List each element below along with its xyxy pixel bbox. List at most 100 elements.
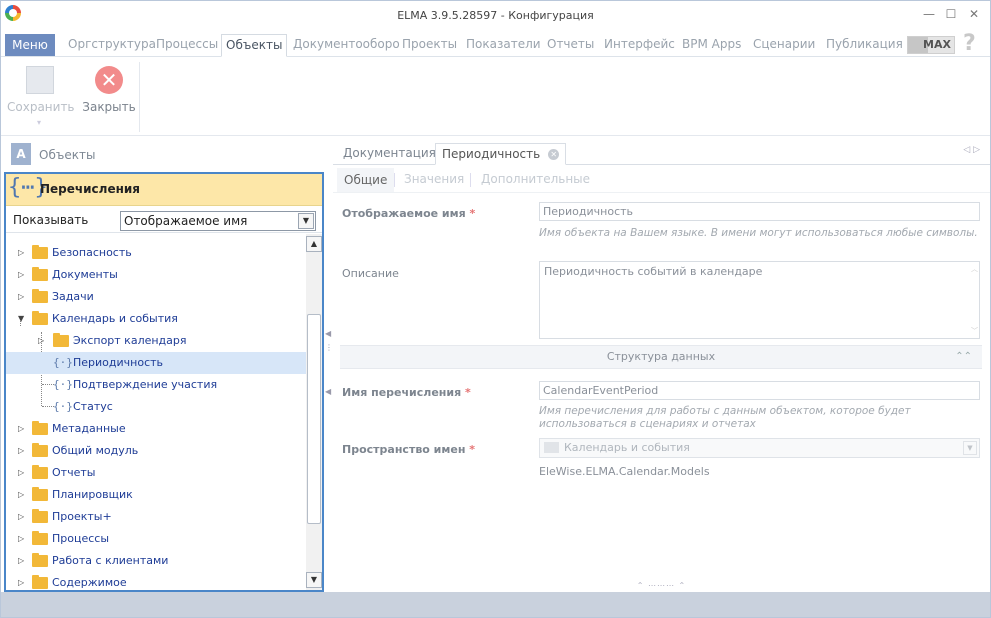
tab-bpm-apps[interactable]: BPM Apps bbox=[678, 34, 745, 57]
save-dropdown-icon[interactable]: ▾ bbox=[37, 118, 41, 127]
expand-icon[interactable]: ▷ bbox=[18, 528, 28, 550]
tab-scroll-arrows[interactable]: ◁ ▷ bbox=[963, 145, 980, 155]
scroll-down-icon[interactable]: ﹀ bbox=[971, 326, 978, 336]
tree-item[interactable]: ▷ Общий модуль bbox=[6, 440, 306, 462]
panel-title: Перечисления bbox=[40, 182, 141, 196]
collapse-section-icon[interactable]: ⌃⌃ bbox=[955, 346, 972, 368]
panel-header: {⋯} Перечисления bbox=[6, 174, 322, 206]
folder-icon bbox=[32, 311, 48, 325]
tree-item[interactable]: ▷ Планировщик bbox=[6, 484, 306, 506]
help-icon[interactable]: ? bbox=[963, 31, 976, 56]
save-button[interactable]: Сохранить bbox=[7, 66, 75, 114]
scroll-up-icon[interactable]: ︿ bbox=[971, 264, 978, 274]
tree-item-label: Календарь и события bbox=[52, 312, 178, 325]
expand-icon[interactable]: ▷ bbox=[18, 462, 28, 484]
folder-icon bbox=[32, 289, 48, 303]
section-title: Структура данных bbox=[606, 350, 716, 363]
scroll-down-icon[interactable]: ▼ bbox=[306, 572, 322, 588]
tree-item-label: Подтверждение участия bbox=[73, 378, 218, 391]
enum-name-input[interactable]: CalendarEventPeriod bbox=[539, 381, 980, 400]
tree-item-label: Безопасность bbox=[52, 246, 132, 259]
description-label: Описание bbox=[342, 267, 399, 280]
tree-item[interactable]: ▷ Документы bbox=[6, 264, 306, 286]
minimize-button[interactable]: — bbox=[919, 5, 939, 23]
tree-item[interactable]: ▷ Экспорт календаря bbox=[6, 330, 306, 352]
folder-icon bbox=[53, 333, 69, 347]
close-tab-icon[interactable]: ✕ bbox=[548, 149, 560, 160]
expand-icon[interactable]: ▷ bbox=[18, 440, 28, 462]
tree-item[interactable]: ▷ Работа с клиентами bbox=[6, 550, 306, 572]
tab-periodicity[interactable]: Периодичность ✕ bbox=[435, 143, 567, 165]
expand-icon[interactable]: ▷ bbox=[38, 330, 48, 352]
display-name-input[interactable]: Периодичность bbox=[539, 202, 980, 221]
tree-item-selected[interactable]: {·} Периодичность bbox=[6, 352, 306, 374]
expand-icon[interactable]: ▷ bbox=[18, 572, 28, 590]
collapse-left-icon[interactable]: ◀ bbox=[325, 329, 331, 338]
scroll-up-icon[interactable]: ▲ bbox=[306, 236, 322, 252]
tree-item[interactable]: ▷ Задачи bbox=[6, 286, 306, 308]
tab-publication[interactable]: Публикация bbox=[822, 34, 907, 57]
tab-documentation[interactable]: Документация bbox=[337, 143, 442, 165]
tab-orgstructure[interactable]: Оргструктура bbox=[64, 34, 160, 57]
data-structure-section[interactable]: Структура данных ⌃⌃ bbox=[340, 345, 982, 369]
folder-icon bbox=[32, 267, 48, 281]
maximize-button[interactable]: ☐ bbox=[941, 5, 961, 23]
subtab-general[interactable]: Общие bbox=[337, 168, 395, 192]
properties-form: Отображаемое имя * Периодичность Имя объ… bbox=[333, 194, 990, 582]
bottom-panel-grip[interactable]: ⌃ ⋯⋯⋯ ⌃ bbox=[333, 581, 990, 591]
tree-scrollbar[interactable]: ▲ ▼ bbox=[306, 234, 322, 590]
expand-icon[interactable]: ▷ bbox=[18, 550, 28, 572]
tree-item[interactable]: ▷ Метаданные bbox=[6, 418, 306, 440]
status-bar bbox=[1, 592, 990, 617]
close-window-button[interactable]: ✕ bbox=[964, 5, 984, 23]
tree-item[interactable]: ▷ Безопасность bbox=[6, 242, 306, 264]
tree-item-label: Экспорт календаря bbox=[73, 334, 187, 347]
expand-icon[interactable]: ▷ bbox=[18, 242, 28, 264]
subtab-additional[interactable]: Дополнительные bbox=[481, 172, 590, 186]
display-mode-select[interactable]: Отображаемое имя ▼ bbox=[120, 211, 316, 231]
enumeration-icon: {·} bbox=[53, 378, 73, 391]
panel-splitter[interactable]: ◀ ⋮ ◀ bbox=[324, 141, 333, 591]
max-mode-toggle[interactable]: MAX bbox=[907, 36, 955, 54]
chevron-down-icon[interactable]: ▼ bbox=[963, 441, 977, 455]
tree-item[interactable]: {·} Статус bbox=[6, 396, 306, 418]
tab-projects[interactable]: Проекты bbox=[398, 34, 461, 57]
tab-documents[interactable]: Документооборо bbox=[289, 34, 404, 57]
enumeration-icon: {·} bbox=[53, 400, 73, 413]
tree-item-calendar[interactable]: ▼ Календарь и события bbox=[6, 308, 306, 330]
namespace-value: Календарь и события bbox=[564, 441, 690, 454]
folder-icon bbox=[32, 421, 48, 435]
subtab-values[interactable]: Значения bbox=[404, 172, 464, 186]
tab-interface[interactable]: Интерфейс bbox=[600, 34, 679, 57]
tree-item[interactable]: {·} Подтверждение участия bbox=[6, 374, 306, 396]
expand-icon[interactable]: ▷ bbox=[18, 286, 28, 308]
expand-icon[interactable]: ▷ bbox=[18, 264, 28, 286]
tab-reports[interactable]: Отчеты bbox=[543, 34, 598, 57]
tree-item[interactable]: ▷ Содержимое bbox=[6, 572, 306, 590]
collapse-icon[interactable]: ▼ bbox=[18, 308, 28, 330]
folder-icon bbox=[32, 553, 48, 567]
save-disk-icon bbox=[26, 66, 54, 94]
tab-objects[interactable]: Объекты bbox=[221, 34, 288, 57]
tree-item[interactable]: ▷ Проекты+ bbox=[6, 506, 306, 528]
close-button[interactable]: ✕ Закрыть bbox=[81, 66, 137, 114]
menu-button[interactable]: Меню bbox=[5, 34, 55, 56]
tree-item[interactable]: ▷ Отчеты bbox=[6, 462, 306, 484]
tab-processes[interactable]: Процессы bbox=[152, 34, 222, 57]
folder-icon bbox=[32, 575, 48, 589]
expand-icon[interactable]: ▷ bbox=[18, 506, 28, 528]
expand-icon[interactable]: ▷ bbox=[18, 484, 28, 506]
namespace-select[interactable]: Календарь и события ▼ bbox=[539, 438, 980, 458]
description-textarea[interactable]: Периодичность событий в календаре ︿ ﹀ bbox=[539, 261, 980, 339]
expand-icon[interactable]: ▷ bbox=[18, 418, 28, 440]
tab-scenarios[interactable]: Сценарии bbox=[749, 34, 819, 57]
splitter-grip: ⋮ bbox=[325, 343, 333, 352]
collapse-left-icon[interactable]: ◀ bbox=[325, 387, 331, 396]
window-title: ELMA 3.9.5.28597 - Конфигурация bbox=[397, 9, 594, 22]
tab-indicators[interactable]: Показатели bbox=[462, 34, 545, 57]
tree-item[interactable]: ▷ Процессы bbox=[6, 528, 306, 550]
tree-item-label: Работа с клиентами bbox=[52, 554, 169, 567]
scroll-thumb[interactable] bbox=[307, 314, 321, 524]
show-label: Показывать bbox=[13, 213, 89, 227]
chevron-down-icon[interactable]: ▼ bbox=[298, 213, 314, 229]
